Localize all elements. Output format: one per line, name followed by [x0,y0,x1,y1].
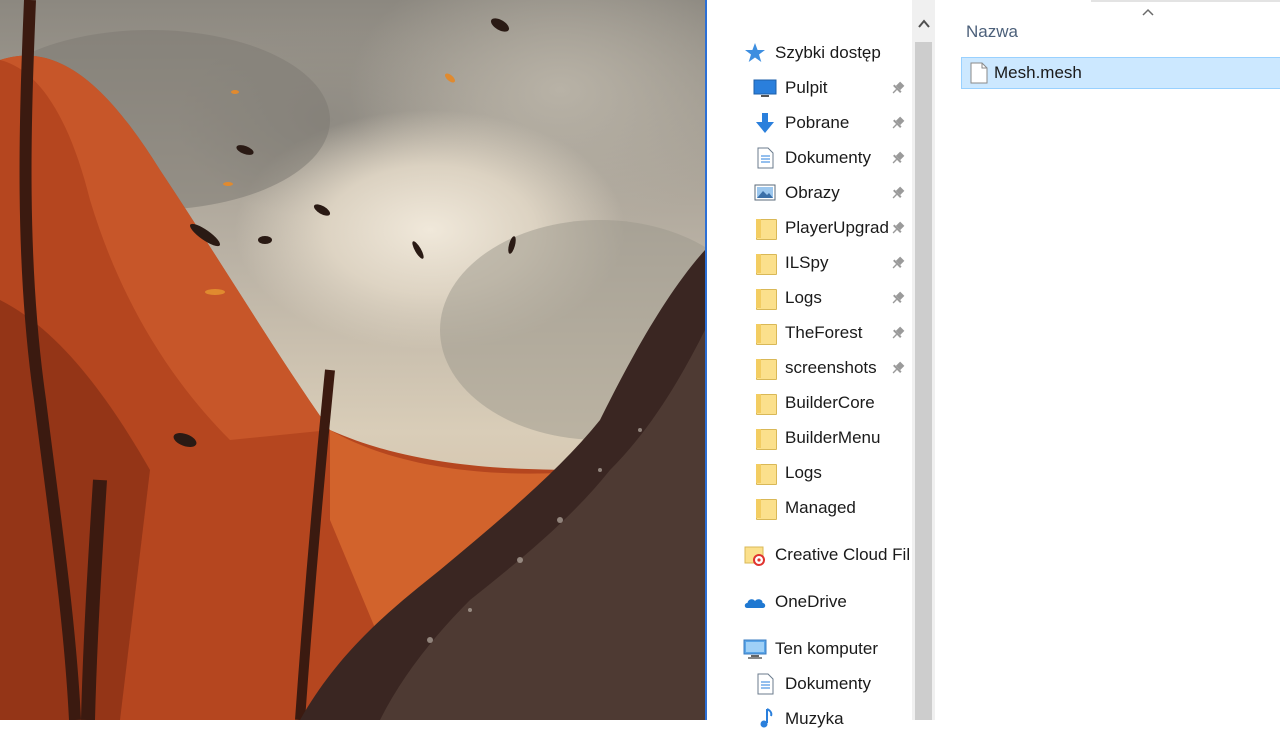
pin-icon[interactable] [891,326,905,340]
nav-item-label: Logs [785,463,822,482]
folder-icon [753,461,777,485]
nav-item-label: Pobrane [785,113,850,132]
nav-item-label: ILSpy [785,253,829,272]
folder-icon [753,391,777,415]
desktop-icon [753,76,777,100]
onedrive-cloud-icon [743,590,767,614]
pin-icon[interactable] [891,361,905,375]
header-divider [1091,0,1280,2]
nav-item-buildermenu[interactable]: BuilderMenu [753,423,880,453]
sort-ascending-icon[interactable] [1141,4,1155,22]
nav-item-label: TheForest [785,323,863,342]
nav-item-screenshots[interactable]: screenshots [753,353,877,383]
desktop-wallpaper [0,0,705,720]
nav-onedrive-label: OneDrive [775,592,847,611]
wallpaper-dragon-art [0,0,705,720]
file-name: Mesh.mesh [994,63,1082,82]
creative-cloud-folder-icon [743,543,767,567]
pin-icon[interactable] [891,221,905,235]
nav-item-theforest[interactable]: TheForest [753,318,862,348]
file-row[interactable]: Mesh.mesh [961,57,1280,89]
star-icon [743,41,767,65]
nav-item-label: Dokumenty [785,674,871,693]
nav-item-managed[interactable]: Managed [753,493,856,523]
nav-item-label: Dokumenty [785,148,871,167]
nav-quick-access[interactable]: Szybki dostęp [743,38,881,68]
nav-this-pc-label: Ten komputer [775,639,878,658]
file-icon [970,62,988,84]
scrollbar-thumb[interactable] [915,42,932,720]
folder-icon [753,251,777,275]
nav-item-playerupgrad[interactable]: PlayerUpgrad [753,213,889,243]
nav-item-pobrane[interactable]: Pobrane [753,108,849,138]
pin-icon[interactable] [891,81,905,95]
pictures-icon [753,181,777,205]
document-icon [753,146,777,170]
nav-item-logs-2[interactable]: Logs [753,458,822,488]
nav-item-dokumenty[interactable]: Dokumenty [753,143,871,173]
nav-item-ilspy[interactable]: ILSpy [753,248,828,278]
folder-icon [753,321,777,345]
column-header-name[interactable]: Nazwa [966,22,1018,42]
music-icon [753,707,777,731]
nav-item-label: BuilderCore [785,393,875,412]
nav-item-label: BuilderMenu [785,428,881,447]
nav-item-label: Obrazy [785,183,840,202]
file-list-pane: Nazwa Mesh.mesh [935,0,1280,720]
nav-item-buildercore[interactable]: BuilderCore [753,388,875,418]
navigation-pane: Szybki dostęp Pulpit Pobrane Dokumenty O… [707,0,912,728]
pin-icon[interactable] [891,116,905,130]
pin-icon[interactable] [891,291,905,305]
navigation-scrollbar[interactable] [912,0,935,720]
folder-icon [753,356,777,380]
folder-icon [753,286,777,310]
document-icon [753,672,777,696]
computer-icon [743,637,767,661]
nav-item-label: PlayerUpgrad [785,218,889,237]
nav-creative-cloud[interactable]: Creative Cloud Fil [743,540,910,570]
nav-item-label: Managed [785,498,856,517]
nav-item-logs[interactable]: Logs [753,283,822,313]
nav-onedrive[interactable]: OneDrive [743,587,847,617]
nav-this-pc[interactable]: Ten komputer [743,634,878,664]
pin-icon[interactable] [891,186,905,200]
pin-icon[interactable] [891,151,905,165]
nav-pc-item-muzyka[interactable]: Muzyka [753,704,844,734]
folder-icon [753,426,777,450]
nav-item-label: Muzyka [785,709,844,728]
folder-icon [753,216,777,240]
nav-pc-item-dokumenty[interactable]: Dokumenty [753,669,871,699]
nav-item-label: Pulpit [785,78,828,97]
file-explorer-window: Szybki dostęp Pulpit Pobrane Dokumenty O… [705,0,1280,728]
nav-item-label: Logs [785,288,822,307]
nav-item-obrazy[interactable]: Obrazy [753,178,840,208]
folder-icon [753,496,777,520]
nav-item-label: screenshots [785,358,877,377]
nav-creative-cloud-label: Creative Cloud Fil [775,545,911,564]
scroll-up-arrow-icon[interactable] [912,12,935,36]
download-arrow-icon [753,111,777,135]
pin-icon[interactable] [891,256,905,270]
nav-quick-access-label: Szybki dostęp [775,43,881,62]
nav-item-pulpit[interactable]: Pulpit [753,73,828,103]
